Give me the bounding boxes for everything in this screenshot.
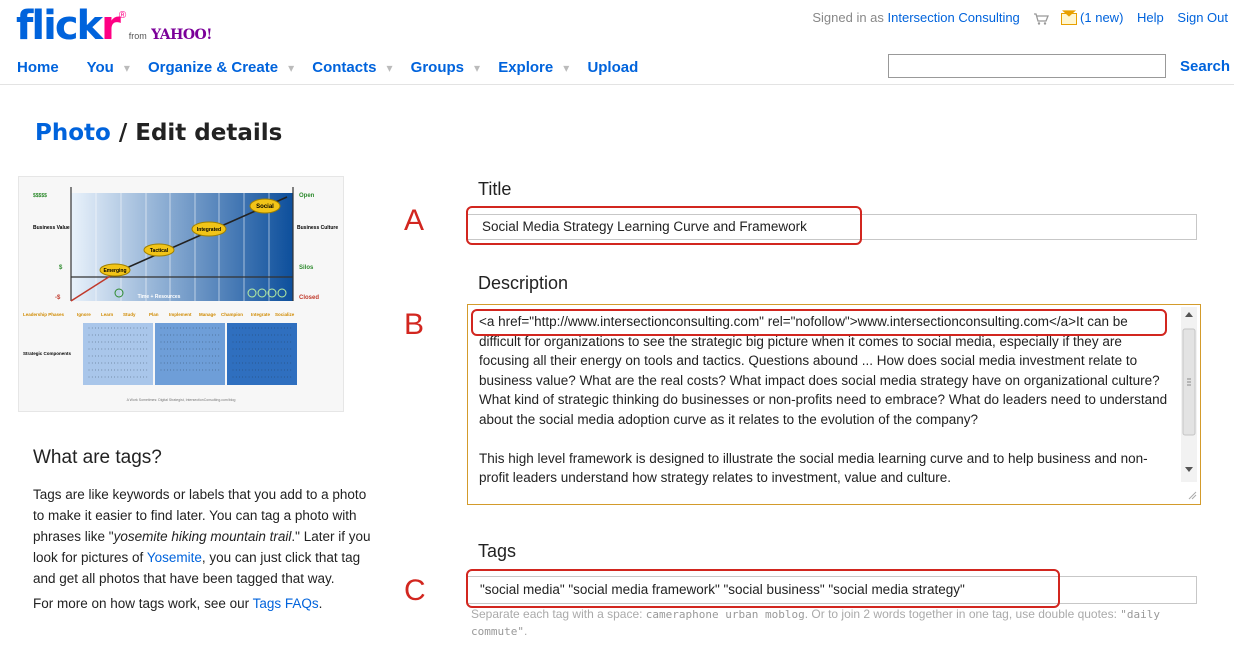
framework-diagram-image: Emerging Tactical Integrated Social $$$$… (23, 187, 338, 402)
resize-grip-icon[interactable] (1187, 490, 1197, 500)
svg-text:Integrate: Integrate (251, 312, 271, 317)
flickr-logo[interactable]: flickrflickr® from YAHOO! (16, 6, 212, 46)
logo-r: r (101, 3, 121, 49)
nav-explore[interactable]: Explore (498, 59, 553, 76)
stage-label: Tactical (150, 248, 169, 254)
thumb-label: $ (59, 265, 63, 271)
thumb-footer: A Work Sometimes: Digital Strategist, In… (127, 398, 236, 402)
nav-home[interactable]: Home (17, 59, 59, 76)
stage-label: Social (256, 204, 274, 210)
nav-you[interactable]: You (87, 59, 114, 76)
tags-hint: Separate each tag with a space: cameraph… (471, 607, 1161, 638)
nav-upload[interactable]: Upload (587, 59, 638, 76)
help-link[interactable]: Help (1137, 10, 1164, 25)
svg-text:Plan: Plan (149, 312, 159, 317)
svg-text:Manage: Manage (199, 312, 216, 317)
nav-groups[interactable]: Groups (411, 59, 464, 76)
yahoo-logo: YAHOO! (151, 27, 212, 43)
mail-icon[interactable] (1061, 12, 1078, 25)
thumb-label: -$ (55, 295, 61, 301)
page-title: Photo / Edit details (35, 120, 283, 146)
nav-organize[interactable]: Organize & Create (148, 59, 278, 76)
annotation-box-b (471, 309, 1167, 336)
mail-link[interactable]: (1 new) (1080, 10, 1123, 25)
photo-link[interactable]: Photo (35, 120, 111, 146)
signed-in-label: Signed in as (812, 10, 884, 25)
account-bar: Signed in as Intersection Consulting (1 … (812, 10, 1228, 25)
svg-text:Ignore: Ignore (77, 312, 91, 317)
thumb-label: Silos (299, 265, 314, 271)
annotation-label-c: C (404, 574, 426, 607)
description-scrollbar[interactable] (1181, 307, 1197, 482)
tags-help-heading: What are tags? (33, 447, 162, 468)
tags-help-text: Tags are like keywords or labels that yo… (33, 487, 371, 586)
page-title-text: Edit details (135, 120, 283, 146)
svg-text:Implement: Implement (169, 312, 192, 317)
svg-text:Learn: Learn (101, 312, 114, 317)
username-link[interactable]: Intersection Consulting (888, 10, 1020, 25)
thumb-label: Closed (299, 295, 319, 301)
logo-from: from (128, 31, 147, 41)
annotation-label-a: A (404, 204, 425, 237)
svg-text:Study: Study (123, 312, 136, 317)
tags-faq-text: For more on how tags work, see our Tags … (33, 596, 323, 611)
chevron-down-icon[interactable]: ▾ (563, 61, 569, 75)
thumb-label: Open (299, 193, 315, 199)
cart-icon[interactable] (1033, 13, 1050, 25)
sign-out-link[interactable]: Sign Out (1177, 10, 1228, 25)
thumb-label: Time + Resources (138, 294, 181, 300)
thumb-label: Strategic Components (23, 351, 72, 356)
annotation-box-c (466, 569, 1060, 608)
header-divider (0, 84, 1234, 85)
stage-label: Integrated (197, 227, 221, 233)
yosemite-link[interactable]: Yosemite (147, 550, 202, 565)
chevron-down-icon[interactable]: ▾ (386, 61, 392, 75)
thumb-label: Leadership Phases (23, 312, 65, 317)
annotation-label-b: B (404, 308, 425, 341)
thumb-label: $$$$$ (33, 193, 47, 199)
title-label: Title (478, 179, 512, 199)
thumb-label: Business Value (33, 225, 70, 231)
nav-contacts[interactable]: Contacts (312, 59, 376, 76)
tags-faq-link[interactable]: Tags FAQs (253, 596, 319, 611)
thumb-label: Business Culture (297, 225, 338, 231)
svg-text:Champion: Champion (221, 312, 243, 317)
chevron-down-icon[interactable]: ▾ (124, 61, 130, 75)
description-paragraph: This high level framework is designed to… (479, 450, 1148, 486)
photo-thumbnail[interactable]: Emerging Tactical Integrated Social $$$$… (18, 176, 344, 412)
tags-label: Tags (478, 541, 517, 561)
main-nav: Home You ▾ Organize & Create ▾ Contacts ▾ G… (17, 59, 642, 76)
description-label: Description (478, 273, 569, 293)
search-input[interactable] (888, 54, 1166, 78)
chevron-down-icon[interactable]: ▾ (288, 61, 294, 75)
chevron-down-icon[interactable]: ▾ (474, 61, 480, 75)
svg-text:Socialize: Socialize (275, 312, 295, 317)
annotation-box-a (466, 206, 862, 245)
stage-label: Emerging (103, 268, 126, 274)
search-button[interactable]: Search (1180, 58, 1230, 75)
